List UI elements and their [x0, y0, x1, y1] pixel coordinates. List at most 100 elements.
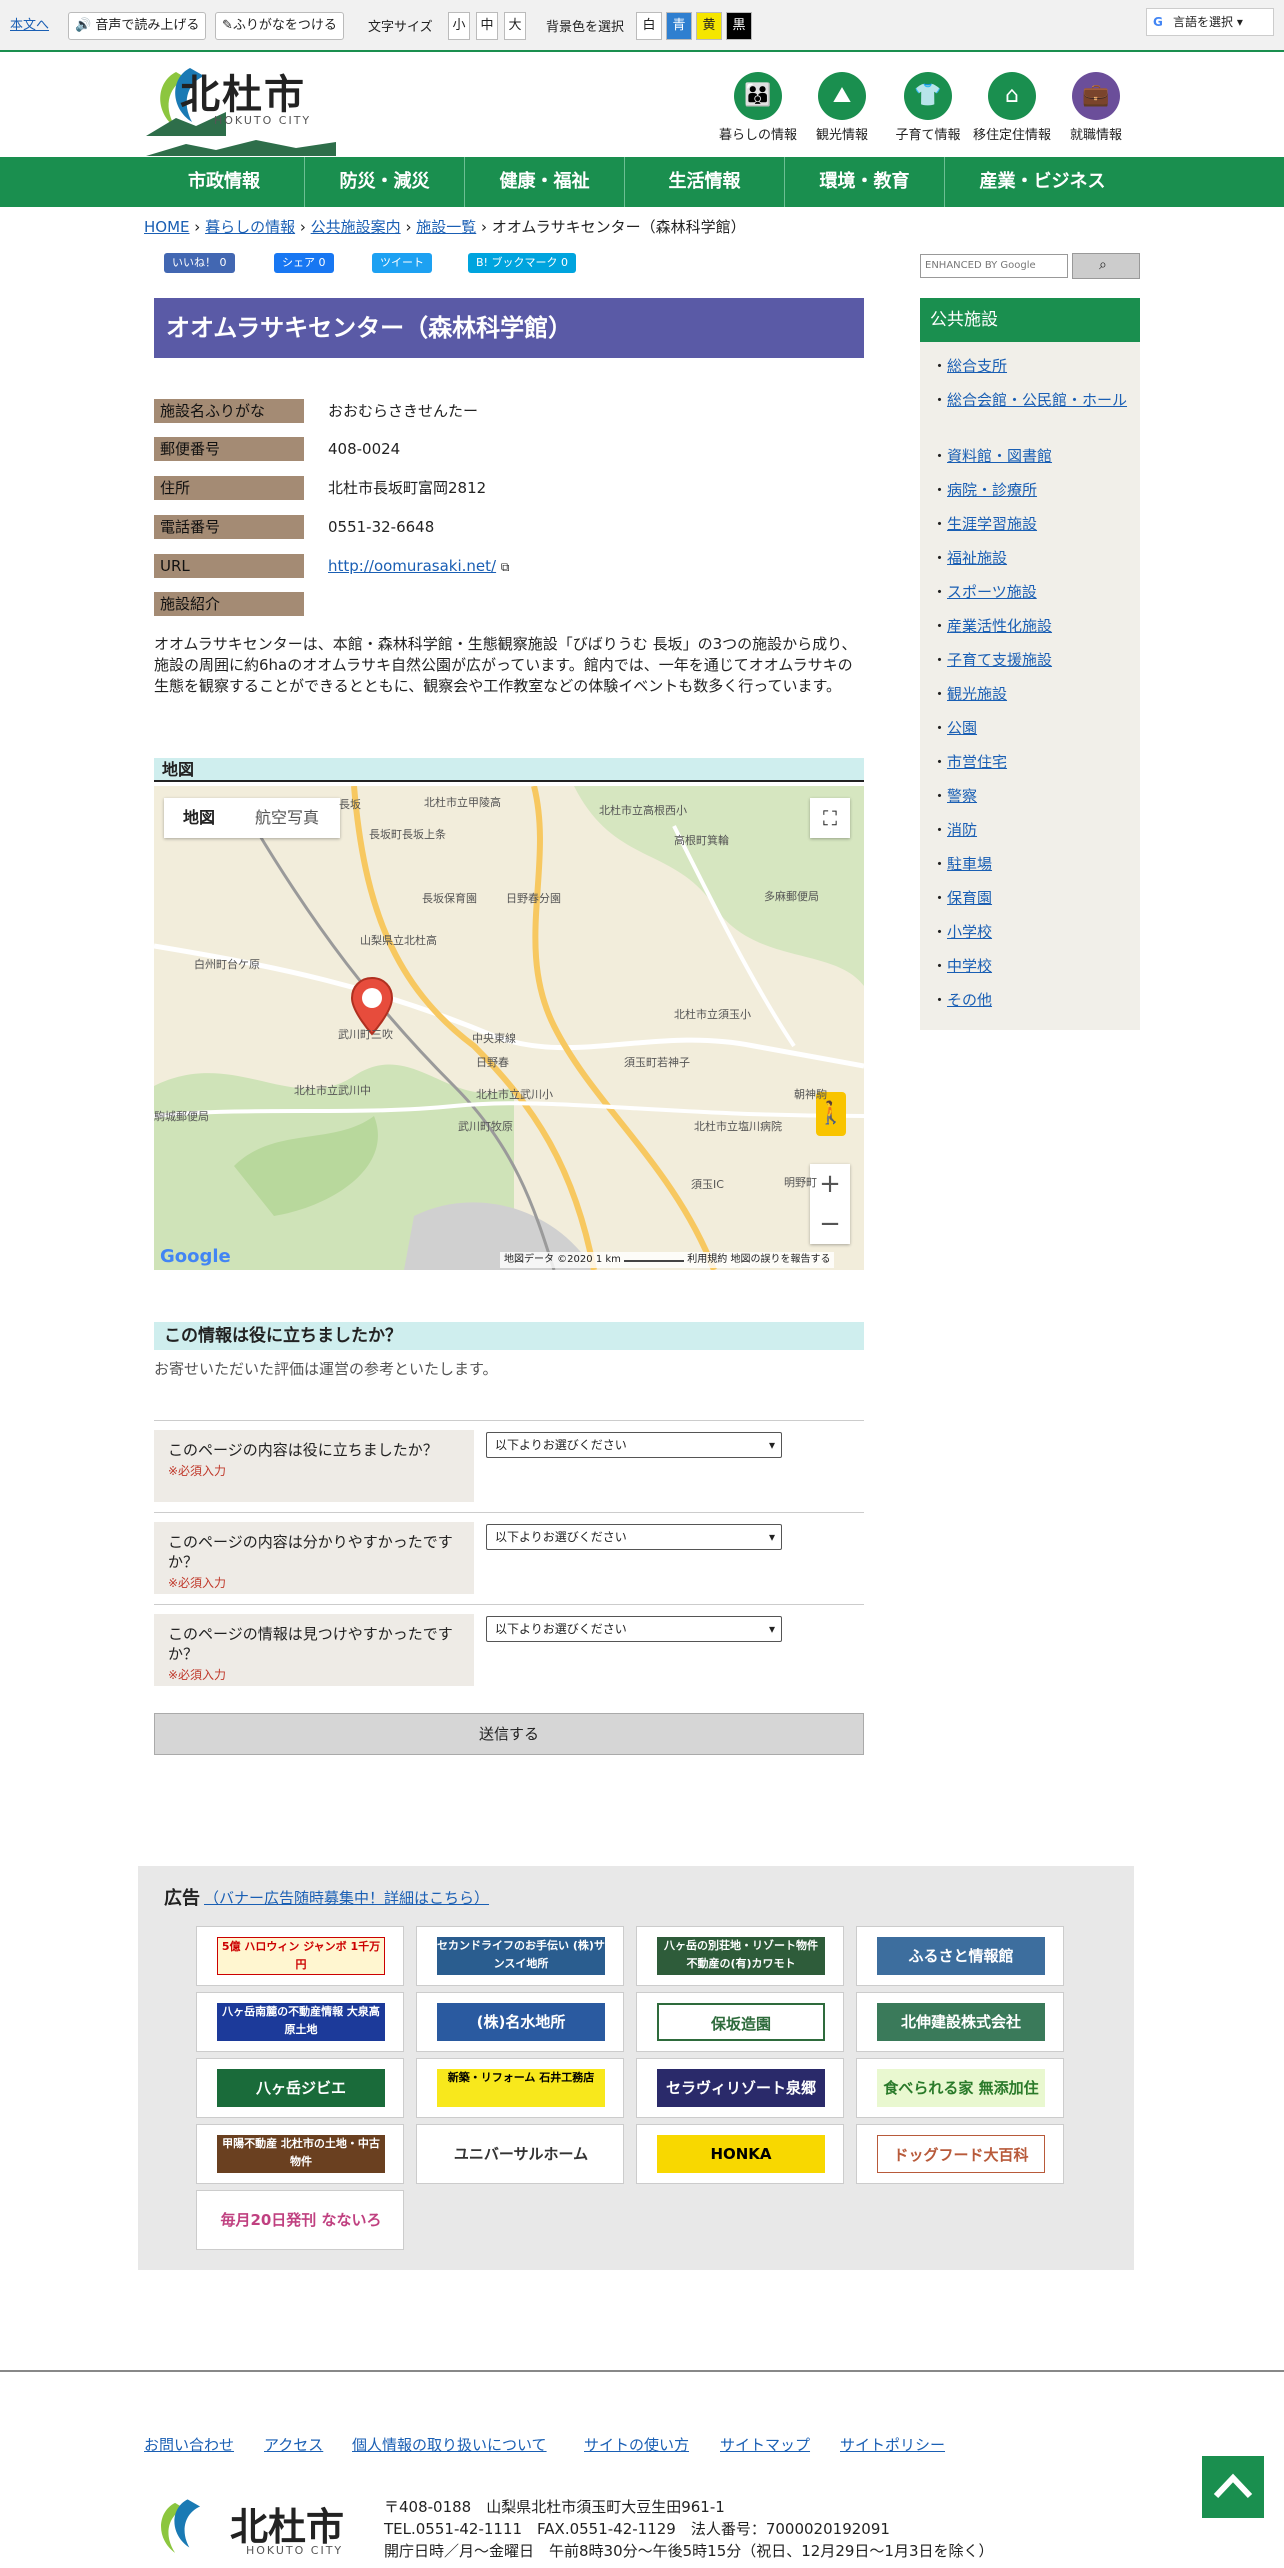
sidebar-item-link[interactable]: 子育て支援施設 — [947, 651, 1052, 669]
ad-banner[interactable]: 北伸建設株式会社 — [856, 1992, 1064, 2052]
ad-banner-text: セラヴィリゾート泉郷 — [657, 2069, 825, 2107]
footer-link-privacy[interactable]: 個人情報の取り扱いについて — [352, 2434, 547, 2455]
nav-disaster-prevention[interactable]: 防災・減災 — [304, 157, 464, 207]
sidebar-item-link[interactable]: 病院・診療所 — [947, 481, 1037, 499]
sidebar-item-link[interactable]: 福祉施設 — [947, 549, 1007, 567]
ad-banner[interactable]: セカンドライフのお手伝い (株)サンスイ地所 — [416, 1926, 624, 1986]
furigana-button[interactable]: ✎ふりがなをつける — [215, 12, 344, 40]
breadcrumb-living-info[interactable]: 暮らしの情報 — [205, 218, 295, 236]
nav-city-administration[interactable]: 市政情報 — [144, 157, 304, 207]
bg-blue-button[interactable]: 青 — [666, 12, 692, 40]
bg-white-button[interactable]: 白 — [636, 12, 662, 40]
question-3-select[interactable]: 以下よりお選びください ▾ — [486, 1616, 782, 1642]
breadcrumb-public-facilities[interactable]: 公共施設案内 — [311, 218, 401, 236]
zoom-out-icon[interactable]: − — [810, 1204, 850, 1244]
sidebar-item-link[interactable]: 消防 — [947, 821, 977, 839]
facebook-share-button[interactable]: シェア 0 — [274, 253, 334, 273]
nav-industry-business[interactable]: 産業・ビジネス — [944, 157, 1140, 207]
ad-banner[interactable]: ふるさと情報館 — [856, 1926, 1064, 1986]
sidebar-item-link[interactable]: 警察 — [947, 787, 977, 805]
search-button[interactable]: ⌕ — [1072, 253, 1140, 279]
sidebar-item-link[interactable]: 保育園 — [947, 889, 992, 907]
sidebar-item-link[interactable]: その他 — [947, 991, 992, 1009]
ad-banner[interactable]: 食べられる家 無添加住宅 — [856, 2058, 1064, 2118]
footer-link-sitemap[interactable]: サイトマップ — [720, 2434, 810, 2455]
skip-to-content-link[interactable]: 本文へ — [10, 14, 49, 33]
sidebar-item-link[interactable]: 産業活性化施設 — [947, 617, 1052, 635]
read-aloud-button[interactable]: 🔊 音声で読み上げる — [68, 12, 207, 40]
map-tab-roadmap[interactable]: 地図 — [164, 798, 234, 838]
google-map[interactable]: 地図 航空写真 ⛶ 🚶 + − Google 地図データ ©2020 1 km … — [154, 786, 864, 1270]
child-icon[interactable]: 👕 — [904, 72, 952, 120]
sidebar-item-link[interactable]: 市営住宅 — [947, 753, 1007, 771]
ad-banner[interactable]: 八ヶ岳南麓の不動産情報 大泉高原土地 — [196, 1992, 404, 2052]
sidebar-item-link[interactable]: 公園 — [947, 719, 977, 737]
sidebar-item-link[interactable]: スポーツ施設 — [947, 583, 1037, 601]
question-2-select[interactable]: 以下よりお選びください ▾ — [486, 1524, 782, 1550]
sidebar-item-link[interactable]: 総合支所 — [947, 357, 1007, 375]
ad-banner[interactable]: (株)名水地所 — [416, 1992, 624, 2052]
hatena-bookmark-button[interactable]: B! ブックマーク 0 — [468, 253, 576, 273]
ad-banner[interactable]: 毎月20日発刊 なないろ — [196, 2190, 404, 2250]
sidebar-item-link[interactable]: 中学校 — [947, 957, 992, 975]
language-select-button[interactable]: G 言語を選択 ▾ — [1146, 8, 1274, 36]
nav-environment-education[interactable]: 環境・教育 — [784, 157, 944, 207]
text-size-medium-button[interactable]: 中 — [476, 12, 498, 40]
text-size-large-button[interactable]: 大 — [504, 12, 526, 40]
bg-yellow-button[interactable]: 黄 — [696, 12, 722, 40]
ad-banner[interactable]: 保坂造園 — [636, 1992, 844, 2052]
ad-banner[interactable]: セラヴィリゾート泉郷 — [636, 2058, 844, 2118]
facebook-like-button[interactable]: いいね！ 0 — [164, 253, 235, 273]
people-icon[interactable]: 👪 — [734, 72, 782, 120]
ad-banner[interactable]: 八ヶ岳ジビエ — [196, 2058, 404, 2118]
breadcrumb-separator: › — [299, 218, 306, 236]
ad-banner[interactable]: 新築・リフォーム 石井工務店 — [416, 2058, 624, 2118]
footer-link-contact[interactable]: お問い合わせ — [144, 2434, 234, 2455]
sidebar-item-link[interactable]: 観光施設 — [947, 685, 1007, 703]
ad-banner[interactable]: 甲陽不動産 北杜市の土地・中古物件 — [196, 2124, 404, 2184]
briefcase-icon[interactable]: 💼 — [1072, 72, 1120, 120]
ad-banner[interactable]: 5億 ハロウィン ジャンボ 1千万円 — [196, 1926, 404, 1986]
tweet-button[interactable]: ツイート — [372, 253, 432, 273]
question-1-select[interactable]: 以下よりお選びください ▾ — [486, 1432, 782, 1458]
ad-recruit-link[interactable]: （バナー広告随時募集中！詳細はこちら） — [204, 1887, 489, 1908]
footer-link-how-to-use[interactable]: サイトの使い方 — [584, 2434, 689, 2455]
sidebar-item-link[interactable]: 駐車場 — [947, 855, 992, 873]
site-search-input[interactable]: ENHANCED BY Google — [920, 254, 1068, 278]
sidebar-item: ・資料館・図書館 — [932, 446, 1136, 466]
sidebar-item-link[interactable]: 総合会館・公民館・ホール — [947, 391, 1127, 409]
sidebar-item-link[interactable]: 小学校 — [947, 923, 992, 941]
sidebar-item-link[interactable]: 生涯学習施設 — [947, 515, 1037, 533]
ad-banner[interactable]: 八ヶ岳の別荘地・リゾート物件 不動産の(有)カワモト — [636, 1926, 844, 1986]
nav-health-welfare[interactable]: 健康・福祉 — [464, 157, 624, 207]
chevron-down-icon: ▾ — [768, 1438, 775, 1452]
sidebar-item-link[interactable]: 資料館・図書館 — [947, 447, 1052, 465]
house-icon[interactable]: ⌂ — [988, 72, 1036, 120]
nav-daily-life[interactable]: 生活情報 — [624, 157, 784, 207]
question-3-text: このページの情報は見つけやすかったですか？ — [168, 1625, 453, 1663]
nav-employment-info[interactable]: 就職情報 — [1041, 124, 1151, 143]
footer-link-site-policy[interactable]: サイトポリシー — [840, 2434, 945, 2455]
submit-button[interactable]: 送信する — [154, 1713, 864, 1755]
ad-banner[interactable]: HONKA — [636, 2124, 844, 2184]
page-top-button[interactable] — [1202, 2456, 1264, 2518]
address-value: 北杜市長坂町富岡2812 — [328, 479, 487, 497]
bg-black-button[interactable]: 黒 — [726, 12, 752, 40]
breadcrumb-home[interactable]: HOME — [144, 218, 190, 236]
facility-url-link[interactable]: http://oomurasaki.net/ — [328, 557, 496, 575]
city-logo-text[interactable]: 北杜市 — [180, 62, 306, 120]
map-tab-satellite[interactable]: 航空写真 — [234, 798, 340, 838]
text-size-small-button[interactable]: 小 — [448, 12, 470, 40]
breadcrumb-facility-list[interactable]: 施設一覧 — [416, 218, 476, 236]
ad-banner[interactable]: ユニバーサルホーム — [416, 2124, 624, 2184]
map-report-link[interactable]: 地図の誤りを報告する — [730, 1254, 830, 1265]
mountain-icon[interactable]: ⛰ — [818, 72, 866, 120]
ad-banner[interactable]: ドッグフード大百科 — [856, 2124, 1064, 2184]
divider — [154, 1512, 864, 1513]
fullscreen-icon[interactable]: ⛶ — [810, 798, 850, 838]
sidebar-item: ・保育園 — [932, 888, 1136, 908]
footer-link-access[interactable]: アクセス — [264, 2434, 323, 2455]
map-terms-link[interactable]: 利用規約 — [687, 1254, 727, 1265]
sidebar-item: ・中学校 — [932, 956, 1136, 976]
google-g-icon: G — [1153, 15, 1163, 29]
